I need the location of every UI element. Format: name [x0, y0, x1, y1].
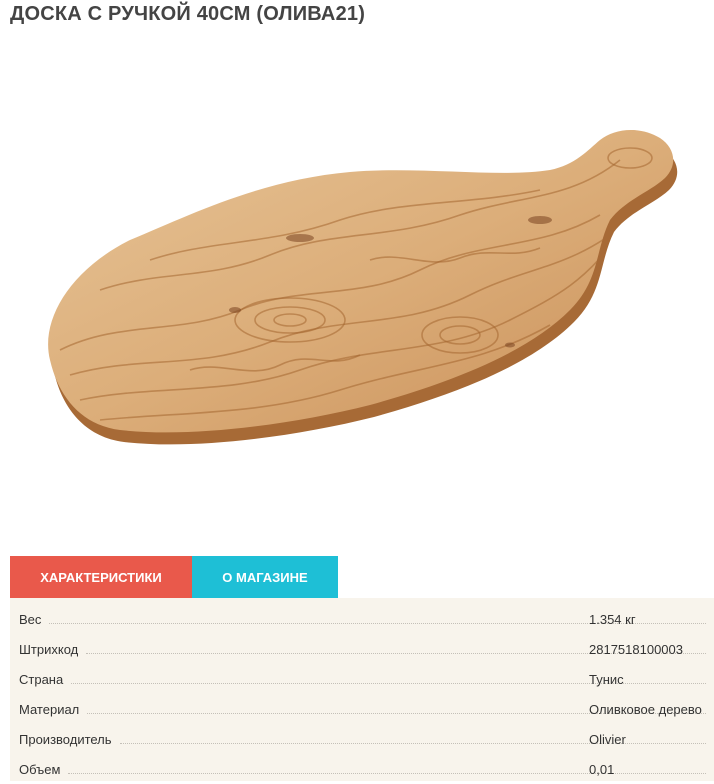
specs-panel: Вес 1.354 кг Штрихкод 2817518100003 Стра…: [10, 598, 714, 781]
tab-bar: ХАРАКТЕРИСТИКИ О МАГАЗИНЕ: [10, 556, 338, 598]
spec-label: Объем: [19, 761, 61, 777]
spec-value: 1.354 кг: [589, 611, 636, 627]
spec-label: Штрихкод: [19, 641, 79, 657]
tab-characteristics[interactable]: ХАРАКТЕРИСТИКИ: [10, 556, 192, 598]
spec-label: Производитель: [19, 731, 112, 747]
spec-value: 0,01: [589, 761, 615, 777]
spec-value: Оливковое дерево: [589, 701, 702, 717]
page-title: ДОСКА С РУЧКОЙ 40СМ (ОЛИВА21): [10, 3, 366, 25]
spec-row-manufacturer: Производитель Olivier: [19, 724, 714, 754]
spec-row-material: Материал Оливковое дерево: [19, 694, 714, 724]
spec-label: Материал: [19, 701, 80, 717]
spec-row-weight: Вес 1.354 кг: [19, 604, 714, 634]
spec-label: Вес: [19, 611, 42, 627]
spec-value: Olivier: [589, 731, 626, 747]
spec-row-volume: Объем 0,01: [19, 754, 714, 784]
spec-row-barcode: Штрихкод 2817518100003: [19, 634, 714, 664]
spec-value: 2817518100003: [589, 641, 683, 657]
spec-value: Тунис: [589, 671, 624, 687]
spec-label: Страна: [19, 671, 64, 687]
product-image: [48, 129, 678, 445]
spec-row-country: Страна Тунис: [19, 664, 714, 694]
tab-about-store[interactable]: О МАГАЗИНЕ: [192, 556, 338, 598]
